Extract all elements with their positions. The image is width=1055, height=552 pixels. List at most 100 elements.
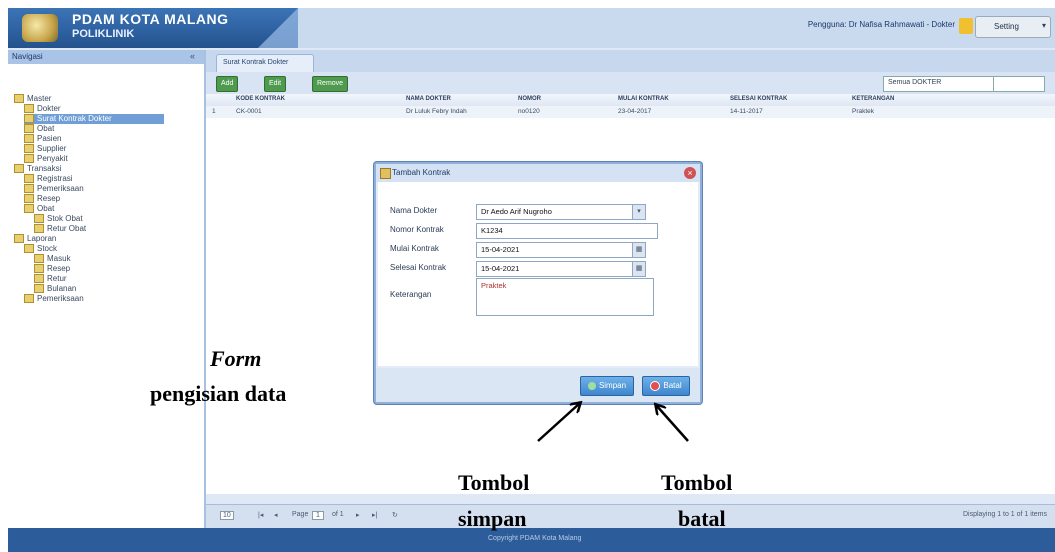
mulai-kontrak-value: 15-04-2021 — [481, 245, 520, 254]
annotation-form: Form — [210, 346, 262, 371]
top-bar-right: Pengguna: Dr Nafisa Rahmawati - Dokter S… — [298, 8, 1055, 48]
sidebar-item-label: Transaksi — [27, 164, 62, 173]
nama-dokter-label: Nama Dokter — [390, 206, 438, 215]
sidebar-item[interactable]: Master — [14, 94, 51, 104]
sidebar-item-label: Surat Kontrak Dokter — [37, 114, 112, 123]
setting-label: Setting — [994, 22, 1019, 31]
sidebar-item[interactable]: Penyakit — [24, 154, 68, 164]
sidebar-item-label: Laporan — [27, 234, 57, 243]
sidebar-item-label: Retur Obat — [47, 224, 87, 233]
column-header[interactable]: NAMA DOKTER — [406, 96, 451, 102]
page-of-label: of 1 — [332, 511, 344, 518]
annotation-tombol-batal-2: batal — [678, 506, 726, 531]
column-header[interactable]: MULAI KONTRAK — [618, 96, 669, 102]
add-button[interactable]: Add — [216, 76, 239, 92]
tab-bar: Surat Kontrak Dokter — [206, 50, 1055, 73]
leaf-icon — [24, 114, 34, 124]
nomor-kontrak-field[interactable]: K1234 — [476, 223, 658, 239]
page-size-select[interactable]: 10 — [220, 511, 234, 520]
sidebar-item[interactable]: Pemeriksaan — [24, 294, 84, 304]
nama-dokter-value: Dr Aedo Arif Nugroho — [481, 207, 552, 216]
tab-label: Surat Kontrak Dokter — [223, 59, 289, 66]
last-page-icon[interactable]: ▸| — [372, 511, 377, 519]
first-page-icon[interactable]: |◂ — [258, 511, 263, 519]
sidebar-item-label: Dokter — [37, 104, 61, 113]
sidebar-item[interactable]: Pasien — [24, 134, 61, 144]
sidebar-item[interactable]: Registrasi — [24, 174, 73, 184]
keterangan-label: Keterangan — [390, 290, 432, 299]
prev-page-icon[interactable]: ◂ — [274, 511, 278, 519]
sidebar-item-label: Masuk — [47, 254, 71, 263]
batal-button[interactable]: Batal — [642, 376, 690, 396]
table-cell: CK-0001 — [236, 108, 262, 115]
batal-label: Batal — [663, 381, 682, 390]
selesai-kontrak-field[interactable]: 15-04-2021 ▦ — [476, 261, 646, 277]
calendar-icon[interactable]: ▦ — [632, 243, 645, 257]
calendar-icon[interactable]: ▦ — [632, 262, 645, 276]
sidebar-item[interactable]: Supplier — [24, 144, 66, 154]
column-header[interactable]: NOMOR — [518, 96, 541, 102]
mulai-kontrak-field[interactable]: 15-04-2021 ▦ — [476, 242, 646, 258]
annotation-tombol-simpan-1: Tombol — [458, 470, 530, 495]
column-header[interactable]: SELESAI KONTRAK — [730, 96, 787, 102]
sidebar-item[interactable]: Resep — [34, 264, 70, 274]
sidebar-item[interactable]: Laporan — [14, 234, 56, 244]
sidebar-item[interactable]: Retur — [34, 274, 67, 284]
sidebar-item[interactable]: Surat Kontrak Dokter — [24, 114, 164, 124]
edit-button[interactable]: Edit — [264, 76, 287, 92]
sidebar-item[interactable]: Transaksi — [14, 164, 61, 174]
collapse-icon[interactable]: « — [190, 51, 200, 61]
chevron-down-icon[interactable]: ▾ — [632, 205, 645, 219]
sidebar-item[interactable]: Bulanan — [34, 284, 76, 294]
setting-button[interactable]: Setting ▾ — [975, 16, 1051, 38]
sidebar-item[interactable]: Resep — [24, 194, 60, 204]
sidebar-item[interactable]: Dokter — [24, 104, 61, 114]
annotation-tombol-batal-1: Tombol — [661, 470, 733, 495]
page-input[interactable]: 1 — [312, 511, 324, 520]
simpan-button[interactable]: Simpan — [580, 376, 634, 396]
column-header[interactable]: KETERANGAN — [852, 96, 894, 102]
keterangan-textarea[interactable]: Praktek — [476, 278, 654, 316]
remove-label: Remove — [317, 80, 344, 87]
footer: Copyright PDAM Kota Malang — [8, 528, 1055, 552]
sidebar-item[interactable]: Obat — [24, 204, 54, 214]
sidebar-item-label: Resep — [47, 264, 71, 273]
sidebar-item[interactable]: Stok Obat — [34, 214, 83, 224]
leaf-icon — [34, 224, 44, 234]
nama-dokter-select[interactable]: Dr Aedo Arif Nugroho ▾ — [476, 204, 646, 220]
sidebar-item[interactable]: Retur Obat — [34, 224, 86, 234]
sidebar-item-label: Stock — [37, 244, 58, 253]
sidebar-item-label: Supplier — [37, 144, 67, 153]
sidebar-item[interactable]: Stock — [24, 244, 57, 254]
column-header[interactable]: KODE KONTRAK — [236, 96, 285, 102]
app-logo — [22, 14, 58, 42]
toolbar: Add Edit Remove Semua DOKTER — [206, 72, 1055, 94]
sidebar-item[interactable]: Masuk — [34, 254, 71, 264]
sidebar-item[interactable]: Pemeriksaan — [24, 184, 84, 194]
sidebar: Navigasi « Master Dokter Surat Kontrak Dok… — [8, 50, 206, 528]
refresh-icon[interactable]: ↻ — [392, 511, 398, 519]
dialog-title: Tambah Kontrak — [392, 168, 451, 177]
user-info: Pengguna: Dr Nafisa Rahmawati - Dokter — [807, 20, 955, 29]
sidebar-item-label: Bulanan — [47, 284, 77, 293]
sidebar-item[interactable]: Obat — [24, 124, 54, 134]
footer-text: Copyright PDAM Kota Malang — [488, 535, 582, 542]
search-by-select[interactable]: Semua DOKTER — [883, 76, 995, 92]
leaf-icon — [24, 124, 34, 134]
sidebar-item-label: Obat — [37, 124, 55, 133]
sidebar-item-label: Retur — [47, 274, 67, 283]
table-row[interactable]: 1 CK-0001 Dr Luluk Febry Indah no0120 23… — [206, 106, 1055, 118]
close-icon[interactable]: × — [684, 167, 696, 179]
top-bar: PDAM KOTA MALANG POLIKLINIK Pengguna: Dr… — [8, 8, 1055, 48]
sidebar-item-label: Stok Obat — [47, 214, 83, 223]
dialog-footer: Simpan Batal — [376, 368, 700, 402]
search-input[interactable] — [993, 76, 1045, 92]
next-page-icon[interactable]: ▸ — [356, 511, 360, 519]
nomor-kontrak-label: Nomor Kontrak — [390, 225, 444, 234]
row-number: 1 — [212, 108, 216, 115]
leaf-icon — [24, 194, 34, 204]
tab-surat-kontrak[interactable]: Surat Kontrak Dokter — [216, 54, 314, 73]
leaf-icon — [24, 104, 34, 114]
table-cell: no0120 — [518, 108, 540, 115]
remove-button[interactable]: Remove — [312, 76, 349, 92]
